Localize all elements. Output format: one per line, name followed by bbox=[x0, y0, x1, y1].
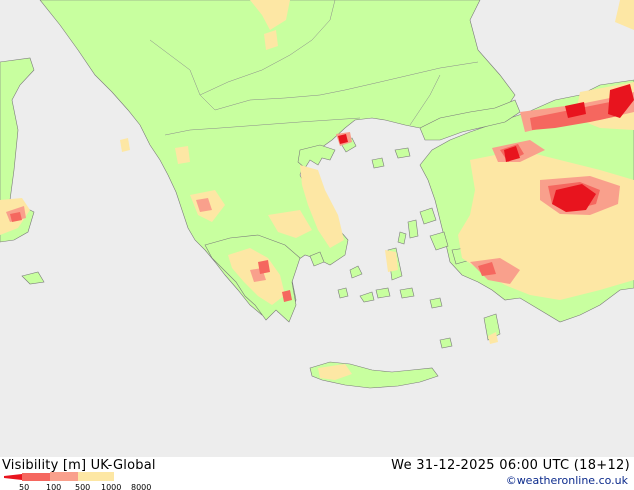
map-title: Visibility [m] UK-Global bbox=[2, 458, 156, 473]
legend-swatch-1000-8000 bbox=[78, 472, 114, 481]
footer: Visibility [m] UK-Global We 31-12-2025 0… bbox=[0, 457, 634, 490]
model-label: UK-Global bbox=[90, 458, 156, 473]
legend-tick-1: 100 bbox=[46, 483, 61, 490]
legend-swatch-above-8000 bbox=[114, 472, 160, 481]
legend-colorbar: 50 100 500 1000 8000 bbox=[4, 472, 160, 490]
visibility-map bbox=[0, 0, 634, 457]
legend-swatch-below-100 bbox=[4, 474, 22, 480]
legend-tick-2: 500 bbox=[75, 483, 90, 490]
product-label: Visibility [m] bbox=[2, 458, 87, 473]
credit-link[interactable]: ©weatheronline.co.uk bbox=[506, 474, 628, 487]
valid-time: We 31-12-2025 06:00 UTC (18+12) bbox=[391, 458, 630, 473]
legend-swatch-100-500 bbox=[22, 473, 50, 481]
legend-tick-3: 1000 bbox=[101, 483, 121, 490]
legend-tick-0: 50 bbox=[19, 483, 29, 490]
legend-swatch-500-1000 bbox=[50, 472, 78, 481]
legend-tick-4: 8000 bbox=[131, 483, 151, 490]
